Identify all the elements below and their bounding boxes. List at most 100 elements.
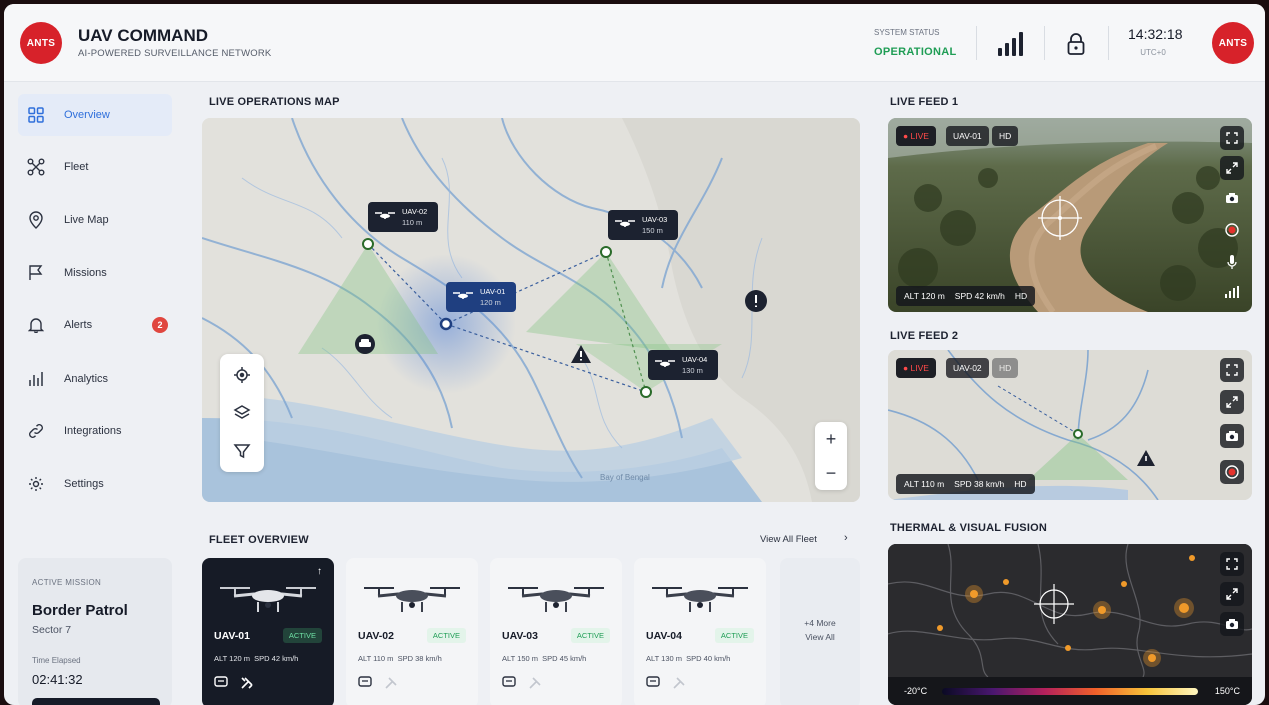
signal-icon[interactable] xyxy=(998,32,1024,56)
tools-icon[interactable] xyxy=(384,676,398,690)
marker-uav-altitude: 120 m xyxy=(480,298,501,307)
warning-icon[interactable] xyxy=(744,290,768,312)
tools-icon[interactable] xyxy=(528,676,542,690)
brand-logo: ANTS xyxy=(20,22,62,64)
fullscreen-icon[interactable] xyxy=(1220,552,1244,576)
mission-action-button[interactable] xyxy=(32,698,160,705)
feed-2-title: LIVE FEED 2 xyxy=(890,330,959,342)
marker-uav-altitude: 130 m xyxy=(682,366,703,375)
fleet-card-altitude: ALT 120 m xyxy=(214,654,250,663)
feed-quality-chip: HD xyxy=(992,126,1019,146)
thermal-title: THERMAL & VISUAL FUSION xyxy=(890,522,1047,534)
chat-icon[interactable] xyxy=(214,676,228,688)
thermal-min-temp: -20°C xyxy=(904,686,928,696)
sidebar-item-analytics[interactable]: Analytics xyxy=(18,358,172,400)
map-marker-uav-02[interactable]: UAV-02 110 m xyxy=(368,202,438,232)
warning-icon[interactable] xyxy=(570,344,592,364)
fleet-card-uav-04[interactable]: UAV-04 ACTIVE ALT 130 m SPD 40 km/h xyxy=(634,558,766,705)
fleet-title: FLEET OVERVIEW xyxy=(209,534,309,546)
lock-icon[interactable] xyxy=(1066,32,1086,61)
sidebar-item-live-map[interactable]: Live Map xyxy=(18,199,172,241)
zoom-in-button[interactable]: + xyxy=(815,422,847,456)
camera-icon[interactable] xyxy=(1220,424,1244,448)
sidebar-item-alerts[interactable]: Alerts 2 xyxy=(18,304,172,346)
view-all-fleet-link[interactable]: View All Fleet xyxy=(760,534,817,545)
more-fleet-view-all[interactable]: View All xyxy=(780,632,860,642)
fleet-card-status: ACTIVE xyxy=(282,628,322,643)
map-marker-uav-01[interactable]: UAV-01 120 m xyxy=(446,282,516,312)
bar-chart-icon xyxy=(26,369,46,389)
fleet-card-uav-02[interactable]: UAV-02 ACTIVE ALT 110 m SPD 38 km/h xyxy=(346,558,478,705)
time-elapsed-label: Time Elapsed xyxy=(32,656,81,665)
fleet-card-speed: SPD 42 km/h xyxy=(254,654,299,663)
fleet-card-name: UAV-02 xyxy=(358,630,394,642)
active-mission-card[interactable]: ACTIVE MISSION Border Patrol Sector 7 Ti… xyxy=(18,558,172,705)
user-avatar[interactable]: ANTS xyxy=(1212,22,1254,64)
live-feed-2[interactable]: ● LIVE UAV-02 HD ALT 110 m SPD 38 km/h H… xyxy=(888,350,1252,500)
top-header: ANTS UAV COMMAND AI-POWERED SURVEILLANCE… xyxy=(4,4,1265,82)
fleet-card-altitude: ALT 110 m xyxy=(358,654,394,663)
more-fleet-count: +4 More xyxy=(804,618,836,628)
drone-icon xyxy=(615,220,635,227)
tools-icon[interactable] xyxy=(672,676,686,690)
sidebar-item-label: Integrations xyxy=(64,425,122,437)
camera-icon[interactable] xyxy=(1220,186,1244,210)
drone-image xyxy=(652,587,748,612)
header-divider xyxy=(976,26,977,60)
feed-1-title: LIVE FEED 1 xyxy=(890,96,959,108)
chevron-right-icon[interactable]: › xyxy=(844,532,848,544)
fleet-card-uav-03[interactable]: UAV-03 ACTIVE ALT 150 m SPD 45 km/h xyxy=(490,558,622,705)
drone-icon xyxy=(655,360,675,367)
car-icon[interactable] xyxy=(354,334,376,354)
feed-quality-chip: HD xyxy=(992,358,1019,378)
fleet-card-uav-01[interactable]: ↑ UAV-01 ACTIVE ALT 120 m SPD 42 km/h xyxy=(202,558,334,705)
fleet-card-name: UAV-04 xyxy=(646,630,682,642)
sidebar-item-integrations[interactable]: Integrations xyxy=(18,410,172,452)
chat-icon[interactable] xyxy=(358,676,372,688)
feed-2-telemetry: ALT 110 m SPD 38 km/h HD xyxy=(896,474,1035,494)
map-marker-uav-03[interactable]: UAV-03 150 m xyxy=(608,210,678,240)
fleet-card-status: ACTIVE xyxy=(426,628,466,643)
live-indicator: ● LIVE xyxy=(896,358,936,378)
fullscreen-icon[interactable] xyxy=(1220,126,1244,150)
map-zoom-panel: + − xyxy=(815,422,847,490)
map-marker-uav-04[interactable]: UAV-04 130 m xyxy=(648,350,718,380)
link-icon xyxy=(26,421,46,441)
chat-icon[interactable] xyxy=(502,676,516,688)
telemetry-altitude: ALT 120 m xyxy=(904,291,945,301)
camera-icon[interactable] xyxy=(1220,612,1244,636)
expand-icon[interactable] xyxy=(1220,582,1244,606)
fleet-card-telemetry: ALT 150 m SPD 45 km/h xyxy=(502,654,586,663)
record-icon[interactable] xyxy=(1220,218,1244,242)
more-fleet-card[interactable]: +4 More View All xyxy=(780,558,860,705)
operations-map[interactable]: Bay of Bengal xyxy=(202,118,860,502)
chat-icon[interactable] xyxy=(646,676,660,688)
fleet-card-name: UAV-03 xyxy=(502,630,538,642)
sidebar-item-label: Settings xyxy=(64,478,104,490)
thermal-fusion-view[interactable]: -20°C 150°C xyxy=(888,544,1252,705)
telemetry-altitude: ALT 110 m xyxy=(904,479,945,489)
record-icon[interactable] xyxy=(1220,460,1244,484)
clock-timezone: UTC+0 xyxy=(1140,48,1166,57)
live-feed-1[interactable]: ● LIVE UAV-01 HD ALT 120 m SPD 42 km/h H… xyxy=(888,118,1252,312)
feed-1-video xyxy=(888,118,1252,312)
fleet-card-name: UAV-01 xyxy=(214,630,250,642)
sidebar-item-settings[interactable]: Settings xyxy=(18,463,172,505)
system-status-value: OPERATIONAL xyxy=(874,46,957,58)
drone-image xyxy=(508,587,604,612)
sidebar-item-missions[interactable]: Missions xyxy=(18,252,172,294)
layers-icon[interactable] xyxy=(231,402,253,424)
zoom-out-button[interactable]: − xyxy=(815,456,847,490)
sidebar-item-fleet[interactable]: Fleet xyxy=(18,146,172,188)
expand-icon[interactable] xyxy=(1220,390,1244,414)
fleet-card-altitude: ALT 150 m xyxy=(502,654,538,663)
microphone-icon[interactable] xyxy=(1220,250,1244,274)
locate-icon[interactable] xyxy=(231,364,253,386)
mission-name: Border Patrol xyxy=(32,602,128,619)
tools-icon[interactable] xyxy=(240,676,254,690)
arrow-up-icon: ↑ xyxy=(317,566,322,577)
sidebar-item-overview[interactable]: Overview xyxy=(18,94,172,136)
filter-icon[interactable] xyxy=(231,440,253,462)
fullscreen-icon[interactable] xyxy=(1220,358,1244,382)
expand-icon[interactable] xyxy=(1220,156,1244,180)
